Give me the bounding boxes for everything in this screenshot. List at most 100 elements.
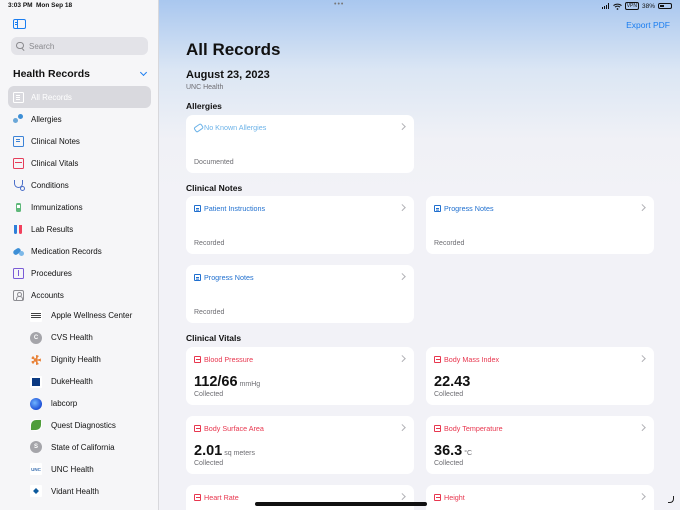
account-item-apple-wellness-center[interactable]: Apple Wellness Center — [30, 305, 155, 327]
chevron-right-icon — [400, 494, 405, 499]
card-title: Blood Pressure — [194, 355, 253, 364]
status-indicators: VPN 38% — [601, 2, 672, 10]
card-title-text: Patient Instructions — [204, 204, 266, 213]
chevron-right-icon — [400, 356, 405, 361]
document-icon — [13, 91, 24, 103]
vitals-icon — [194, 494, 201, 501]
date-heading: August 23, 2023 — [186, 69, 270, 81]
bandage-icon — [194, 124, 201, 131]
account-item-unc-health[interactable]: UNC UNC Health — [30, 458, 155, 480]
provider-name: UNC Health — [186, 84, 224, 91]
card-title: Body Temperature — [434, 424, 503, 433]
card-status: Recorded — [194, 240, 225, 247]
sidebar-item-all-records[interactable]: All Records — [8, 86, 151, 108]
sidebar-nav: All Records Allergies Clinical Notes Cli… — [8, 86, 151, 306]
record-card-progress-notes[interactable]: Progress Notes Recorded — [186, 265, 414, 323]
record-card-patient-instructions[interactable]: Patient Instructions Recorded — [186, 196, 414, 254]
sidebar-item-medication-records[interactable]: Medication Records — [8, 240, 151, 262]
card-title: Body Mass Index — [434, 355, 499, 364]
cvs-logo-icon: C — [30, 331, 42, 344]
sidebar-item-label: All Records — [31, 92, 72, 102]
account-label: UNC Health — [51, 464, 94, 474]
vitals-icon — [434, 425, 441, 432]
record-card-blood-pressure[interactable]: Blood Pressure 112/66 mmHg Collected — [186, 347, 414, 405]
account-item-quest-diagnostics[interactable]: Quest Diagnostics — [30, 414, 155, 436]
account-label: Quest Diagnostics — [51, 420, 116, 430]
accounts-list: Apple Wellness Center C CVS Health Digni… — [30, 305, 155, 502]
account-label: CVS Health — [51, 333, 93, 343]
account-label: Apple Wellness Center — [51, 311, 133, 321]
pills-icon — [13, 246, 24, 257]
account-item-dignity-health[interactable]: Dignity Health — [30, 349, 155, 371]
section-heading-clinical-notes: Clinical Notes — [186, 183, 243, 193]
card-title-text: Blood Pressure — [204, 355, 254, 364]
vital-unit: sq meters — [224, 450, 255, 457]
multitasking-dots-icon[interactable]: ••• — [334, 1, 344, 8]
card-title-text: Progress Notes — [444, 204, 494, 213]
vitals-icon — [194, 425, 201, 432]
sidebar-item-clinical-notes[interactable]: Clinical Notes — [8, 130, 151, 152]
account-item-labcorp[interactable]: labcorp — [30, 393, 155, 415]
sidebar-toggle-icon[interactable] — [13, 19, 26, 29]
record-card-body-surface-area[interactable]: Body Surface Area 2.01 sq meters Collecte… — [186, 416, 414, 474]
record-card-height[interactable]: Height — [426, 485, 654, 510]
status-bar: 3:03 PM Mon Sep 18 ••• VPN 38% — [0, 0, 680, 12]
sidebar-item-conditions[interactable]: Conditions — [8, 174, 151, 196]
vital-unit: °C — [464, 450, 473, 457]
chevron-right-icon — [640, 356, 645, 361]
note-icon — [434, 205, 441, 212]
sidebar-item-label: Allergies — [31, 114, 62, 124]
duke-health-logo-icon — [30, 375, 42, 388]
home-indicator[interactable] — [255, 502, 427, 506]
account-item-dukehealth[interactable]: DukeHealth — [30, 371, 155, 393]
account-item-cvs-health[interactable]: C CVS Health — [30, 327, 155, 349]
procedures-icon — [13, 267, 24, 279]
account-item-vidant-health[interactable]: Vidant Health — [30, 480, 155, 502]
search-field[interactable] — [11, 37, 148, 55]
battery-percent: 38% — [641, 2, 655, 10]
card-title-text: Body Temperature — [444, 424, 503, 433]
card-title: Patient Instructions — [194, 204, 265, 213]
card-title: Height — [434, 493, 465, 502]
sidebar-item-clinical-vitals[interactable]: Clinical Vitals — [8, 152, 151, 174]
section-heading-allergies: Allergies — [186, 101, 222, 111]
sidebar-item-immunizations[interactable]: Immunizations — [8, 196, 151, 218]
chevron-right-icon — [400, 205, 405, 210]
vital-value-number: 22.43 — [434, 374, 471, 390]
sidebar-item-label: Procedures — [31, 268, 72, 278]
record-card-progress-notes[interactable]: Progress Notes Recorded — [426, 196, 654, 254]
allergies-icon — [13, 113, 24, 125]
sidebar-item-allergies[interactable]: Allergies — [8, 108, 151, 130]
record-card-body-temperature[interactable]: Body Temperature 36.3 °C Collected — [426, 416, 654, 474]
account-label: Vidant Health — [51, 486, 99, 496]
vpn-badge: VPN — [624, 2, 639, 10]
note-icon — [194, 274, 201, 281]
status-date: Mon Sep 18 — [36, 2, 73, 9]
vital-value-number: 112/66 — [194, 374, 238, 390]
search-input[interactable] — [29, 41, 139, 51]
accounts-icon — [13, 289, 24, 301]
chevron-down-icon[interactable] — [140, 70, 146, 76]
sidebar-item-accounts[interactable]: Accounts — [8, 284, 151, 306]
account-item-state-of-california[interactable]: S State of California — [30, 436, 155, 458]
vital-value: 22.43 — [434, 374, 470, 390]
dignity-health-logo-icon — [30, 354, 42, 366]
section-heading-clinical-vitals: Clinical Vitals — [186, 333, 242, 343]
card-status: Collected — [194, 460, 224, 467]
sidebar-item-lab-results[interactable]: Lab Results — [8, 218, 151, 240]
record-card-body-mass-index[interactable]: Body Mass Index 22.43 Collected — [426, 347, 654, 405]
card-title-text: Height — [444, 493, 465, 502]
export-pdf-button[interactable]: Export PDF — [626, 20, 670, 30]
card-status: Recorded — [434, 240, 465, 247]
card-title-text: Body Mass Index — [444, 355, 500, 364]
card-status: Collected — [434, 391, 464, 398]
record-card-heart-rate[interactable]: Heart Rate — [186, 485, 414, 510]
card-title-text: Progress Notes — [204, 273, 254, 282]
sidebar-item-label: Immunizations — [31, 202, 83, 212]
vitals-icon — [194, 356, 201, 363]
account-label: Dignity Health — [51, 355, 101, 365]
section-title-health-records[interactable]: Health Records — [13, 68, 90, 80]
record-card-no-known-allergies[interactable]: No Known Allergies Documented — [186, 115, 414, 173]
status-time: 3:03 PM — [8, 2, 33, 9]
sidebar-item-procedures[interactable]: Procedures — [8, 262, 151, 284]
